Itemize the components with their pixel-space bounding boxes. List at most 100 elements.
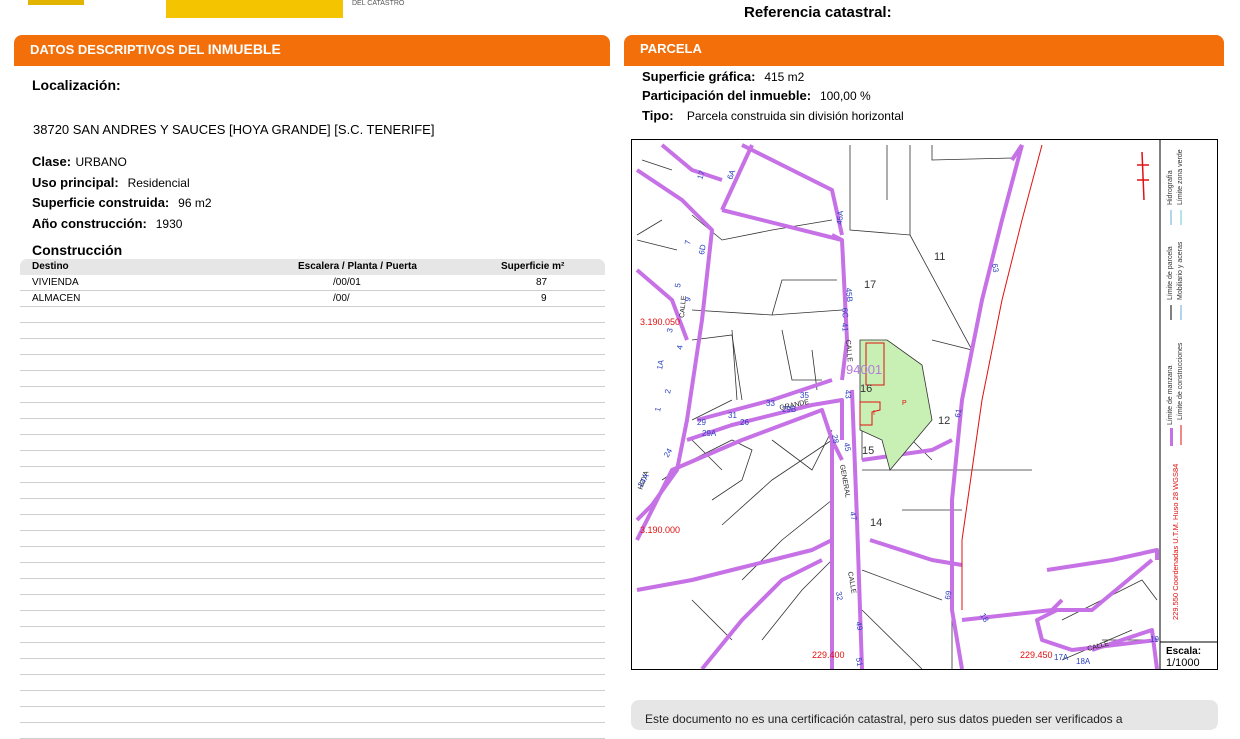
table-row-empty (20, 659, 605, 675)
table-row-empty (20, 467, 605, 483)
svg-text:Hidrografía: Hidrografía (1167, 170, 1174, 205)
table-row-empty (20, 627, 605, 643)
svg-text:3.190.050: 3.190.050 (640, 317, 680, 327)
svg-text:29A: 29A (702, 429, 717, 438)
table-row-empty (20, 579, 605, 595)
svg-text:11: 11 (934, 251, 945, 263)
scale-value: 1/1000 (1166, 657, 1200, 669)
table-row-empty (20, 515, 605, 531)
svg-text:2: 2 (663, 388, 673, 394)
logo-subtext: DEL CATASTRO (352, 0, 405, 7)
localizacion-label: Localización: (32, 77, 121, 93)
svg-text:9: 9 (683, 296, 693, 302)
svg-text:45A: 45A (835, 210, 845, 226)
svg-text:Límite zona verde: Límite zona verde (1177, 149, 1184, 205)
svg-text:17: 17 (695, 169, 707, 181)
cadastral-map: Límite de manzana Límite de parcela Hidr… (631, 139, 1218, 670)
table-row-empty (20, 611, 605, 627)
table-row-empty (20, 339, 605, 355)
col-escalera: Escalera / Planta / Puerta (298, 261, 417, 272)
table-row-empty (20, 595, 605, 611)
svg-text:229.450: 229.450 (1020, 650, 1053, 660)
right-section-title: PARCELA (640, 41, 702, 56)
col-destino: Destino (32, 261, 69, 272)
street-labels: GRANDE HOYA GENERAL CALLE CALLE CALLE (637, 295, 857, 594)
table-row-empty (20, 355, 605, 371)
svg-text:12: 12 (938, 415, 950, 427)
table-row-empty (20, 723, 605, 739)
footer-note-text: Este documento no es una certificación c… (645, 712, 1123, 726)
logo-mark (28, 0, 84, 5)
svg-text:17: 17 (864, 279, 876, 291)
left-section-title-prefix: DATOS DESCRIPTIVOS DEL (30, 42, 208, 57)
svg-text:45: 45 (842, 442, 853, 453)
svg-text:24: 24 (662, 446, 675, 459)
svg-text:14: 14 (870, 517, 882, 529)
field-clase: Clase: URBANO (32, 154, 127, 169)
svg-text:45B: 45B (844, 287, 854, 302)
field-participacion: Participación del inmueble: 100,00 % (642, 88, 871, 103)
field-uso-principal: Uso principal: Residencial (32, 175, 190, 190)
svg-text:I: I (873, 410, 875, 417)
svg-text:6D: 6D (697, 243, 708, 255)
table-header: Destino Escalera / Planta / Puerta Super… (20, 259, 605, 275)
table-row-empty (20, 675, 605, 691)
reference-title: Referencia catastral: (744, 4, 892, 21)
north-arrow-icon (1137, 151, 1149, 201)
svg-text:P: P (902, 400, 907, 407)
field-anio-construccion: Año construcción: 1930 (32, 216, 183, 231)
left-section-title-emph: INMUEBLE (207, 41, 281, 57)
table-row-empty (20, 707, 605, 723)
svg-text:17A: 17A (1054, 653, 1069, 662)
table-row-empty (20, 691, 605, 707)
parcel-id: 94001 (846, 362, 882, 377)
svg-text:35: 35 (800, 391, 809, 400)
svg-text:32: 32 (834, 591, 845, 602)
svg-text:Límite de parcela: Límite de parcela (1167, 246, 1174, 300)
construction-table: Destino Escalera / Planta / Puerta Super… (20, 259, 605, 739)
legend-swatches (1137, 151, 1182, 446)
svg-text:1: 1 (653, 406, 663, 412)
table-row-empty (20, 307, 605, 323)
svg-text:63: 63 (990, 263, 1001, 274)
svg-text:26: 26 (740, 418, 749, 427)
col-superficie: Superficie m² (501, 261, 565, 272)
svg-text:43: 43 (843, 389, 853, 399)
table-row-empty (20, 323, 605, 339)
table-row: ALMACEN /00/ 9 (20, 291, 605, 307)
svg-text:3.190.000: 3.190.000 (640, 525, 680, 535)
field-superficie-grafica: Superficie gráfica: 415 m2 (642, 69, 805, 84)
scale-label: Escala: (1166, 646, 1201, 657)
table-row-empty (20, 643, 605, 659)
table-row-empty (20, 451, 605, 467)
svg-text:CALLE: CALLE (846, 571, 857, 594)
svg-text:29B: 29B (782, 405, 796, 414)
field-superficie-construida: Superficie construida: 96 m2 (32, 195, 212, 210)
left-section-header: DATOS DESCRIPTIVOS DEL INMUEBLE (14, 35, 610, 66)
svg-text:19: 19 (1150, 635, 1159, 644)
table-row-empty (20, 387, 605, 403)
table-row: VIVIENDA /00/01 87 (20, 275, 605, 291)
table-row-empty (20, 371, 605, 387)
table-row-empty (20, 419, 605, 435)
svg-text:18A: 18A (1076, 657, 1091, 666)
svg-text:Mobiliario y aceras: Mobiliario y aceras (1177, 241, 1184, 300)
svg-text:7: 7 (683, 239, 693, 245)
svg-text:29: 29 (697, 418, 706, 427)
svg-text:28: 28 (830, 434, 841, 445)
svg-text:41: 41 (840, 322, 850, 332)
table-row-empty (20, 547, 605, 563)
svg-text:15: 15 (862, 445, 874, 457)
svg-text:33: 33 (766, 399, 775, 408)
svg-text:49: 49 (854, 621, 865, 632)
right-section-header: PARCELA (624, 35, 1224, 66)
svg-text:229.550 Coordenadas U.T.M. Hus: 229.550 Coordenadas U.T.M. Huso 28 WGS84 (1171, 464, 1180, 620)
svg-text:31: 31 (728, 411, 737, 420)
svg-text:1A: 1A (655, 358, 666, 370)
svg-text:Límite de construcciones: Límite de construcciones (1177, 342, 1184, 420)
svg-text:229.400: 229.400 (812, 650, 845, 660)
table-row-empty (20, 531, 605, 547)
svg-text:3: 3 (665, 327, 675, 333)
svg-text:4: 4 (675, 344, 685, 350)
svg-text:Límite de manzana: Límite de manzana (1167, 365, 1174, 425)
